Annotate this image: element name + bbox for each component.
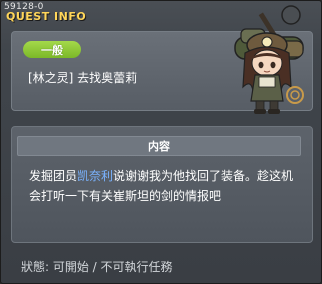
content-header: 内容 [17,136,301,156]
quest-status: 狀態: 可開始 / 不可執行任務 [21,260,173,274]
quest-category-badge: 一般 [23,41,81,58]
npc-explorer-icon [234,5,304,114]
quest-info-window: 59128-0 QUEST INFO 一般 [林之灵] 去找奥蕾莉 内容 发掘团… [0,0,322,284]
description-text-start: 发掘团员 [29,169,78,183]
quest-description: 发掘团员凯奈利说谢谢我为他找回了装备。趁这机会打听一下有关崔斯坦的剑的情报吧 [29,166,299,206]
window-title: QUEST INFO [6,10,87,23]
quest-name: [林之灵] 去找奥蕾莉 [28,71,138,85]
npc-name-link: 凯奈利 [77,169,114,183]
